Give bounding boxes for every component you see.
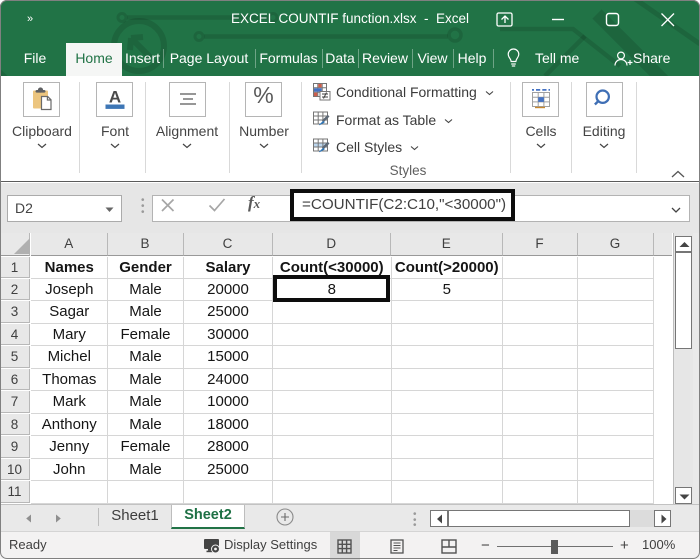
svg-text:A: A <box>109 89 121 107</box>
